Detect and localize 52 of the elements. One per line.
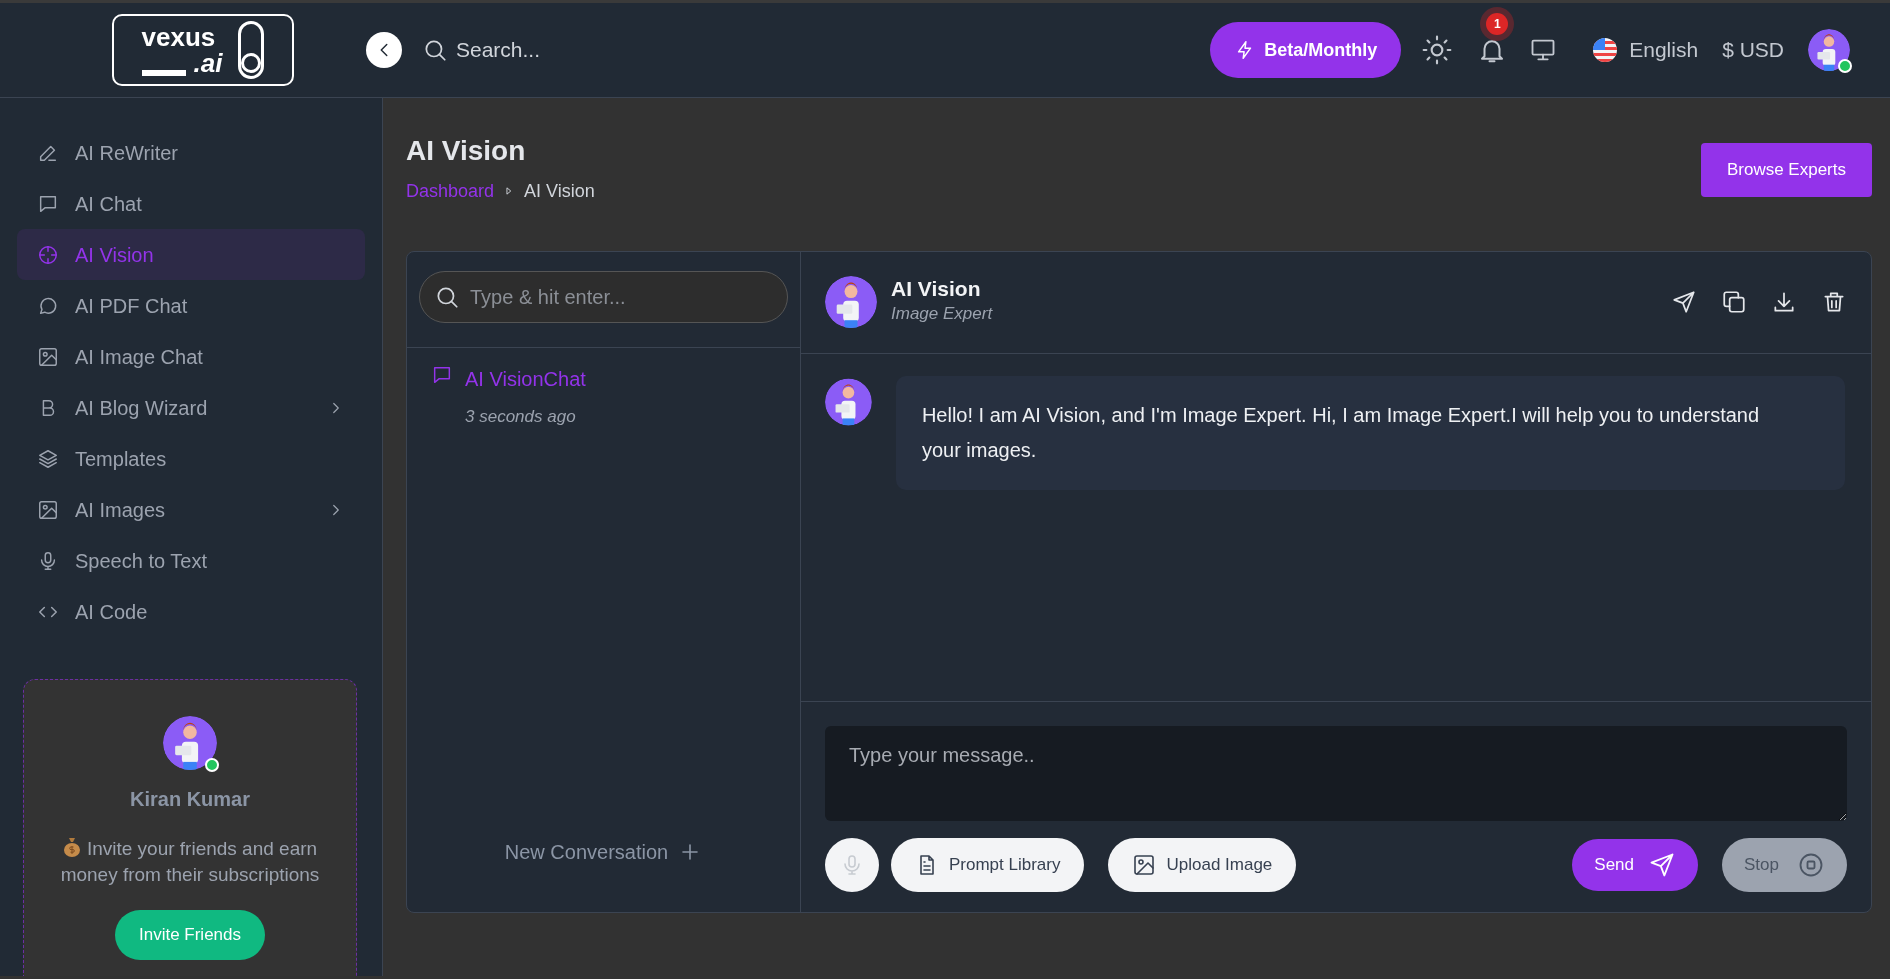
invite-message: Invite your friends and earn money from their subscriptions	[59, 836, 321, 887]
toggle-icon	[238, 21, 265, 79]
avatar	[163, 716, 217, 770]
sidebar-item[interactable]: AI ReWriter	[17, 127, 365, 178]
notification-badge: 1	[1486, 13, 1509, 35]
logo[interactable]: vexus .ai	[112, 14, 294, 86]
copy-icon	[1721, 289, 1747, 316]
flag-icon	[1593, 38, 1618, 62]
send-icon	[1671, 289, 1697, 316]
conversation-search-field[interactable]: Type & hit enter...	[419, 270, 788, 323]
sidebar-item[interactable]: AI PDF Chat	[17, 280, 365, 331]
sidebar-item[interactable]: AI Chat	[17, 178, 365, 229]
search-field[interactable]: Search...	[456, 34, 541, 66]
logo-bar-icon	[141, 70, 186, 76]
sidebar-item[interactable]: AI Blog Wizard	[17, 382, 365, 433]
sidebar-item[interactable]: AI Image Chat	[17, 331, 365, 382]
bot-name: AI Vision	[891, 277, 982, 302]
image-icon	[37, 345, 59, 368]
theme-button[interactable]	[1421, 34, 1454, 66]
message-input[interactable]: Type your message..	[825, 725, 1847, 821]
copy-button[interactable]	[1721, 289, 1747, 316]
browse-experts-button[interactable]: Browse Experts	[1700, 143, 1872, 197]
sidebar-item[interactable]: Speech to Text	[17, 535, 365, 586]
image-icon	[1132, 852, 1157, 877]
breadcrumb-item: AI Vision	[524, 179, 595, 203]
share-button[interactable]	[1671, 289, 1697, 316]
money-bag-icon	[62, 837, 81, 857]
page-title: AI Vision	[406, 134, 527, 168]
sidebar-item[interactable]: Templates	[17, 433, 365, 484]
language-selector[interactable]: English	[1629, 34, 1699, 66]
send-button[interactable]: Send	[1572, 838, 1698, 891]
collapse-button[interactable]	[366, 32, 402, 68]
image-icon	[37, 498, 59, 521]
new-conversation-button[interactable]: New Conversation	[498, 835, 709, 868]
currency-selector[interactable]: $ USD	[1722, 34, 1784, 66]
prompt-library-button[interactable]: Prompt Library	[891, 837, 1085, 892]
sun-icon	[1421, 34, 1454, 66]
logo-text: vexus	[141, 24, 217, 50]
logo-text: .ai	[193, 50, 223, 76]
avatar	[1808, 29, 1850, 71]
user-name: Kiran Kumar	[130, 787, 250, 812]
plan-button[interactable]: Beta/Monthly	[1210, 22, 1402, 78]
sidebar-item[interactable]: AI Code	[17, 586, 365, 637]
layers-icon	[37, 447, 59, 470]
upload-image-button[interactable]: Upload Image	[1108, 837, 1297, 892]
conversation-item[interactable]: AI VisionChat 3 seconds ago	[431, 363, 776, 430]
sidebar-item[interactable]: AI Images	[17, 484, 365, 535]
message-bubble: Hello! I am AI Vision, and I'm Image Expert. Hi, I am Image Expert.I will help you to understand your images.	[895, 375, 1845, 490]
user-avatar[interactable]	[1808, 29, 1850, 71]
avatar	[825, 276, 877, 329]
crosshair-icon	[37, 243, 59, 266]
bot-role: Image Expert	[891, 303, 993, 326]
